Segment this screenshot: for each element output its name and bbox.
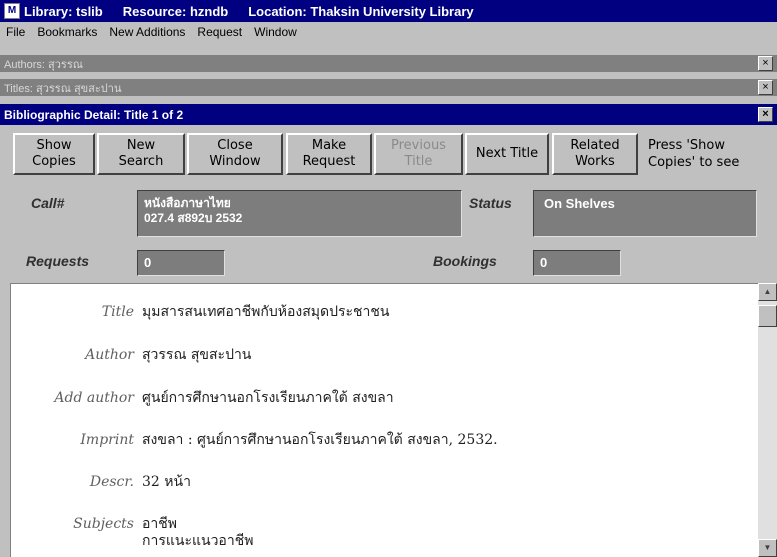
library-label: Library: tslib (24, 3, 103, 19)
previous-title-button[interactable]: Previous Title (374, 133, 463, 175)
descr-label: Descr. (89, 474, 134, 490)
menu-bookmarks[interactable]: Bookmarks (31, 25, 103, 39)
titles-window-title: Titles: สุวรรณ สุขสะปาน (4, 82, 122, 95)
author-label: Author (85, 347, 134, 363)
imprint-value: สงขลา : ศูนย์การศึกษานอกโรงเรียนภาคใต้ ส… (142, 432, 498, 448)
app-icon[interactable]: M (4, 3, 20, 19)
requests-label: Requests (26, 253, 90, 269)
menu-new-additions[interactable]: New Additions (103, 25, 191, 39)
imprint-row: Imprint สงขลา : ศูนย์การศึกษานอกโรงเรียน… (11, 432, 498, 449)
close-icon[interactable]: × (758, 80, 773, 95)
resource-label: Resource: hzndb (122, 3, 229, 19)
call-number-label: Call# (31, 195, 65, 211)
status-field: On Shelves (533, 190, 757, 237)
titles-window-bar[interactable]: Titles: สุวรรณ สุขสะปาน × (0, 79, 777, 96)
close-window-button[interactable]: Close Window (187, 133, 283, 175)
menu-bar: File Bookmarks New Additions Request Win… (0, 22, 777, 42)
app-titlebar: M Library: tslib Resource: hzndb Locatio… (0, 0, 777, 22)
title-value: มุมสารสนเทศอาชีพกับห้องสมุดประชาชน (142, 304, 390, 320)
subjects-row: Subjects อาชีพ การแนะแนวอาชีพ (11, 516, 253, 550)
call-collection: หนังสือภาษาไทย (144, 196, 231, 210)
descr-row: Descr. 32 หน้า (11, 474, 191, 491)
related-works-button[interactable]: Related Works (552, 133, 638, 175)
close-icon[interactable]: × (758, 56, 773, 71)
toolbar-hint: Press 'Show Copies' to see (648, 138, 740, 170)
detail-window-titlebar: Bibliographic Detail: Title 1 of 2 × (0, 104, 777, 125)
status-label: Status (469, 195, 512, 211)
scroll-thumb[interactable] (758, 305, 777, 327)
toolbar: Show Copies New Search Close Window Make… (0, 125, 777, 183)
detail-window-title: Bibliographic Detail: Title 1 of 2 (4, 107, 184, 122)
bookings-field: 0 (533, 250, 621, 276)
menu-request[interactable]: Request (191, 25, 248, 39)
title-row: Title มุมสารสนเทศอาชีพกับห้องสมุดประชาชน (11, 304, 390, 321)
requests-field: 0 (137, 250, 225, 276)
authors-window-title: Authors: สุวรรณ (4, 58, 83, 71)
bookings-label: Bookings (433, 253, 497, 269)
call-number-field: หนังสือภาษาไทย 027.4 ส892บ 2532 (137, 190, 462, 237)
author-value: สุวรรณ สุขสะปาน (142, 347, 252, 363)
scroll-up-icon[interactable]: ▲ (758, 283, 777, 301)
subjects-value: อาชีพ การแนะแนวอาชีพ (142, 516, 254, 549)
title-label: Title (101, 304, 134, 320)
call-number: 027.4 ส892บ 2532 (144, 211, 243, 225)
make-request-button[interactable]: Make Request (286, 133, 372, 175)
next-title-button[interactable]: Next Title (465, 133, 549, 175)
scroll-down-icon[interactable]: ▼ (758, 539, 777, 557)
descr-value: 32 หน้า (142, 474, 191, 490)
location-label: Location: Thaksin University Library (248, 3, 474, 19)
add-author-row: Add author ศูนย์การศึกษานอกโรงเรียนภาคใต… (11, 390, 394, 407)
menu-window[interactable]: Window (248, 25, 303, 39)
authors-window-bar[interactable]: Authors: สุวรรณ × (0, 55, 777, 72)
vertical-scrollbar[interactable]: ▲ ▼ (758, 283, 777, 557)
subjects-label: Subjects (73, 516, 134, 532)
show-copies-button[interactable]: Show Copies (13, 133, 95, 175)
new-search-button[interactable]: New Search (97, 133, 185, 175)
imprint-label: Imprint (80, 432, 134, 448)
record-detail-panel: Title มุมสารสนเทศอาชีพกับห้องสมุดประชาชน… (10, 283, 758, 557)
close-icon[interactable]: × (758, 107, 773, 122)
author-row: Author สุวรรณ สุขสะปาน (11, 347, 251, 364)
add-author-label: Add author (54, 390, 134, 406)
menu-file[interactable]: File (0, 25, 31, 39)
add-author-value: ศูนย์การศึกษานอกโรงเรียนภาคใต้ สงขลา (142, 390, 394, 406)
